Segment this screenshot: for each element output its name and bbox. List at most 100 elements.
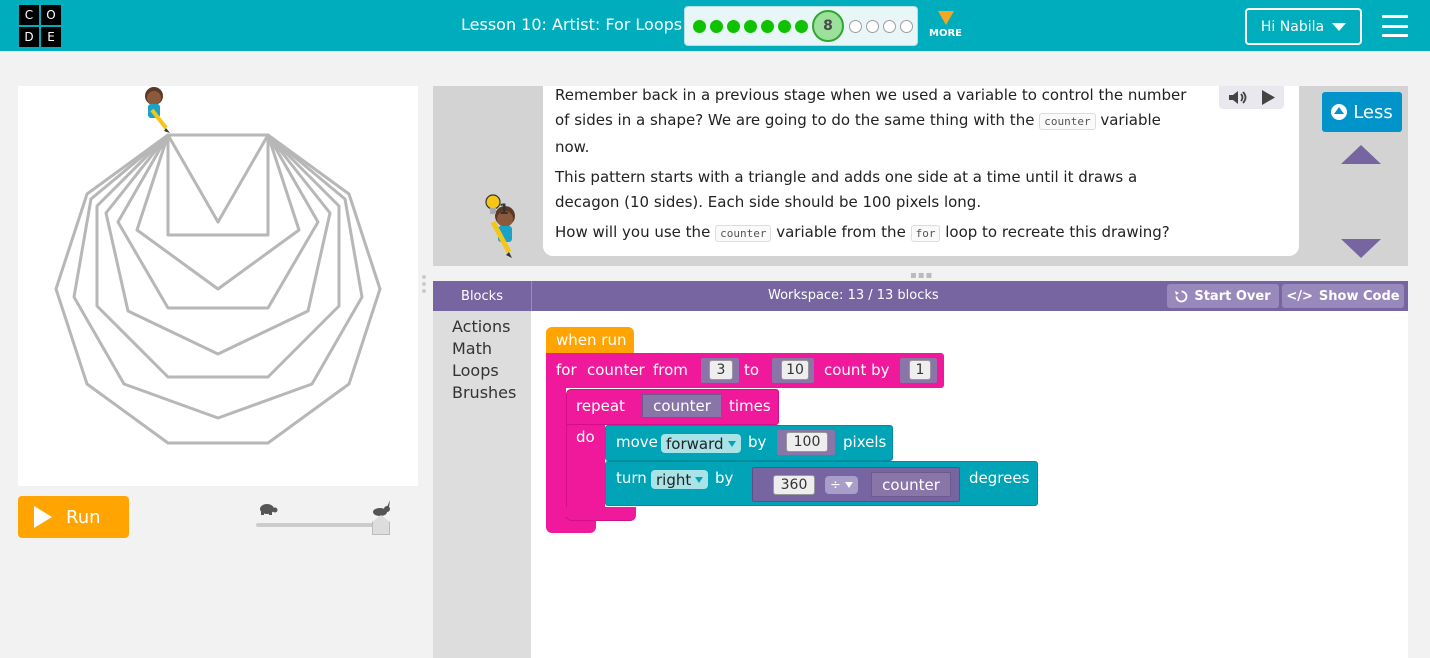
block-workspace[interactable]: when run for counter from 3 to 10 count … [531, 311, 1408, 658]
counter-variable-block[interactable]: counter [642, 394, 722, 418]
hamburger-menu-icon[interactable] [1382, 15, 1408, 37]
play-icon [34, 506, 52, 528]
counter-variable-block[interactable]: counter [871, 472, 951, 497]
less-button[interactable]: Less [1322, 92, 1402, 132]
panel-resize-handle[interactable] [422, 275, 428, 295]
toolbox-category-actions[interactable]: Actions [452, 317, 510, 336]
logo-letter: D [19, 27, 39, 47]
user-menu-button[interactable]: Hi Nabila [1245, 8, 1362, 45]
from-label: from [653, 361, 688, 379]
direction-value: forward [666, 434, 724, 453]
code-snippet: for [910, 225, 941, 242]
chevron-up-circle-icon [1331, 104, 1348, 120]
for-loop-block[interactable]: for counter from 3 to 10 count by 1 [546, 353, 944, 388]
turn-by-label: by [715, 469, 734, 487]
toolbox-tab[interactable]: Blocks [433, 281, 531, 311]
repeat-label: repeat [576, 397, 625, 415]
instructions-panel: 1 Remember back in a previous stage when… [433, 86, 1408, 266]
count-by-value[interactable]: 1 [909, 360, 931, 380]
dividend-value[interactable]: 360 [773, 475, 815, 495]
move-by-label: by [748, 433, 767, 451]
level-dot-incomplete[interactable] [900, 20, 913, 33]
level-dot-incomplete[interactable] [883, 20, 896, 33]
artist-character [145, 87, 170, 133]
play-audio-icon[interactable] [1259, 89, 1277, 106]
count-by-label: count by [824, 361, 890, 379]
instruction-text-part: variable from the [776, 223, 906, 241]
level-dot-incomplete[interactable] [849, 20, 862, 33]
number-block[interactable]: 1 [900, 358, 937, 383]
level-dot-completed[interactable] [761, 20, 774, 33]
times-label: times [729, 397, 771, 415]
to-value[interactable]: 10 [781, 360, 809, 380]
instruction-text: of sides in a shape? We are going to do … [555, 108, 1161, 134]
artist-canvas [18, 86, 418, 486]
number-block[interactable]: 10 [772, 358, 814, 383]
show-code-button[interactable]: </> Show Code [1282, 284, 1404, 308]
instruction-text-part: loop to recreate this drawing? [945, 223, 1170, 241]
level-dot-completed[interactable] [778, 20, 791, 33]
from-value[interactable]: 3 [709, 360, 733, 380]
dropdown-caret-icon [727, 440, 736, 447]
instruction-text: Remember back in a previous stage when w… [555, 86, 1187, 104]
more-button[interactable]: MORE [929, 11, 962, 39]
move-label: move [616, 433, 658, 451]
toolbox-category-loops[interactable]: Loops [452, 361, 499, 380]
toolbox-category-brushes[interactable]: Brushes [452, 383, 516, 402]
instruction-text-part: How will you use the [555, 223, 711, 241]
level-dot-completed[interactable] [744, 20, 757, 33]
level-dot-completed[interactable] [727, 20, 740, 33]
operator-value: ÷ [830, 477, 841, 493]
code-logo[interactable]: C O D E [19, 5, 61, 47]
pixels-label: pixels [843, 433, 887, 451]
run-label: Run [66, 506, 101, 528]
level-dot-completed[interactable] [710, 20, 723, 33]
move-value[interactable]: 100 [786, 432, 828, 452]
current-level-bubble[interactable]: 8 [812, 10, 844, 42]
turn-block[interactable]: turn right by 360 ÷ counter degrees [605, 461, 1038, 506]
instruction-text: How will you use the counter variable fr… [555, 220, 1170, 246]
speed-slider[interactable] [254, 500, 396, 536]
repeat-block[interactable]: repeat counter times [566, 389, 779, 425]
move-block[interactable]: move forward by 100 pixels [605, 425, 893, 461]
speaker-icon[interactable] [1227, 89, 1247, 106]
level-progress: 8 [684, 6, 918, 46]
lesson-title[interactable]: Lesson 10: Artist: For Loops [461, 15, 682, 34]
operator-dropdown[interactable]: ÷ [825, 476, 858, 494]
toolbox-category-math[interactable]: Math [452, 339, 492, 358]
level-dot-completed[interactable] [795, 20, 808, 33]
more-label: MORE [929, 28, 962, 39]
instruction-text-part: of sides in a shape? We are going to do … [555, 111, 1035, 129]
code-brackets-icon: </> [1286, 288, 1313, 304]
degrees-label: degrees [969, 469, 1030, 487]
instruction-text: now. [555, 138, 590, 156]
dropdown-caret-icon [844, 482, 853, 488]
speed-track[interactable] [256, 523, 384, 527]
drawing-preview [54, 87, 382, 445]
for-variable-label[interactable]: counter [587, 361, 645, 379]
do-label: do [576, 428, 595, 446]
level-dot-completed[interactable] [693, 20, 706, 33]
when-run-label: when run [556, 331, 627, 349]
scroll-down-arrow-icon[interactable] [1341, 239, 1381, 258]
when-run-block[interactable]: when run [546, 327, 634, 353]
division-block[interactable]: 360 ÷ counter [752, 467, 960, 502]
logo-letter: C [19, 5, 39, 25]
turtle-icon [260, 504, 278, 515]
start-over-label: Start Over [1194, 288, 1271, 304]
number-block[interactable]: 100 [777, 430, 835, 455]
level-dot-incomplete[interactable] [866, 20, 879, 33]
direction-dropdown[interactable]: right [651, 470, 709, 489]
reset-icon [1175, 290, 1188, 302]
instruction-text: This pattern starts with a triangle and … [555, 168, 1138, 186]
run-button[interactable]: Run [18, 496, 129, 538]
speed-thumb[interactable] [372, 515, 390, 535]
scroll-up-arrow-icon[interactable] [1341, 145, 1381, 164]
number-block[interactable]: 3 [701, 358, 739, 383]
start-over-button[interactable]: Start Over [1167, 284, 1279, 308]
for-label: for [556, 361, 577, 379]
triangle-down-icon [937, 11, 954, 25]
instructions-resize-handle[interactable]: ▪▪▪ [910, 270, 933, 281]
direction-dropdown[interactable]: forward [661, 434, 741, 453]
hint-count: 1 [499, 202, 509, 218]
